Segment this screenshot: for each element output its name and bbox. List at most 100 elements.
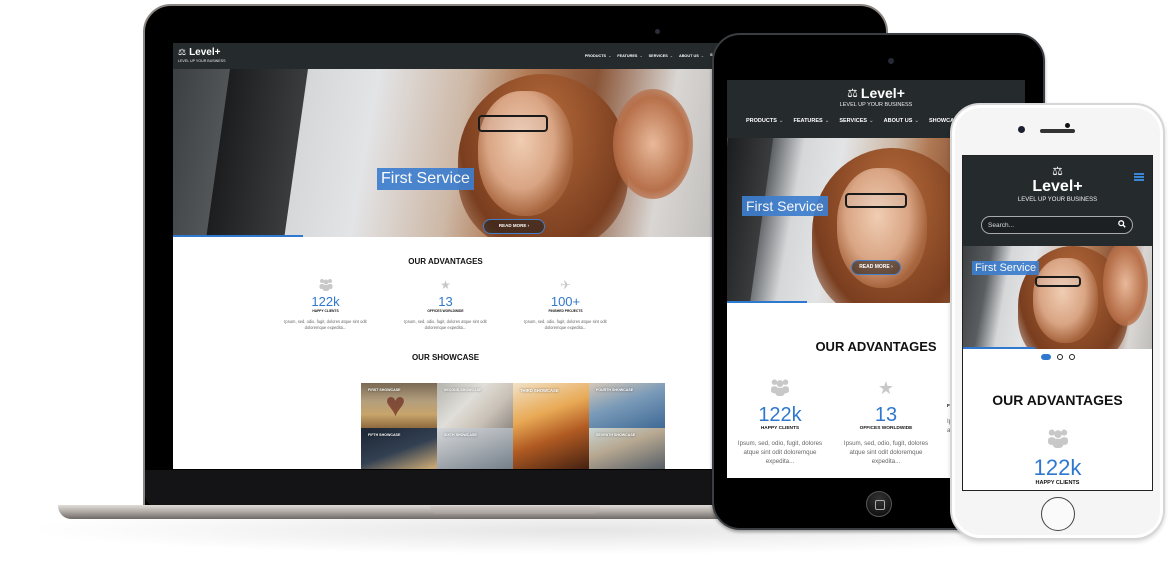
nav-item-services[interactable]: SERVICES ⌄ (649, 53, 673, 58)
advantage-item: 122k HAPPY CLIENTS Ipsum, sed, odio, fug… (735, 378, 825, 466)
showcase-label: SECOND SHOWCASE (444, 388, 482, 392)
showcase-label: THIRD SHOWCASE (520, 388, 559, 393)
advantage-number: 13 (438, 294, 453, 309)
advantage-number: 100+ (550, 294, 581, 309)
site-logo[interactable]: ⚖ Level+ LEVEL UP YOUR BUSINESS (178, 47, 225, 63)
nav-item-about-us[interactable]: ABOUT US ⌄ (884, 118, 919, 124)
hero-image-glasses (845, 193, 907, 208)
phone-home-button[interactable] (1041, 497, 1075, 531)
tablet-camera (888, 58, 894, 64)
main-nav: PRODUCTS ⌄ FEATURES ⌄ SERVICES ⌄ ABOUT US ⌄ … (585, 53, 718, 58)
hero-caption: First Service (972, 261, 1040, 275)
advantage-item: ★ 13 OFFICES WORLDWIDE Ipsum, sed, odio,… (401, 278, 491, 331)
plane-icon: ✈ (560, 278, 571, 292)
tablet-home-button[interactable] (866, 491, 892, 517)
nav-item-products[interactable]: PRODUCTS ⌄ (746, 118, 783, 124)
advantages-title: OUR ADVANTAGES (992, 392, 1123, 408)
showcase-tile[interactable]: THIRD SHOWCASE (513, 383, 589, 469)
advantage-label: HAPPY CLIENTS (1035, 480, 1080, 486)
showcase-tile[interactable]: FIFTH SHOWCASE (361, 428, 437, 469)
brand-name: Level+ (1032, 178, 1083, 195)
showcase-grid: FIRST SHOWCASE SECOND SHOWCASE THIRD SHO… (361, 383, 665, 469)
site-header: ⚖ Level+ LEVEL UP YOUR BUSINESS (963, 156, 1152, 246)
advantage-item: 122k HAPPY CLIENTS Ipsum, sed, odio, fug… (281, 278, 371, 331)
phone-screen: ⚖ Level+ LEVEL UP YOUR BUSINESS First Se… (962, 155, 1153, 491)
advantage-item: ✈ 100+ FINISHED PROJECTS Ipsum, sed, odi… (521, 278, 611, 331)
hero-image-glasses (478, 115, 548, 132)
brand-name: Level+ (189, 47, 221, 58)
laptop-base (58, 505, 758, 519)
read-more-button[interactable]: READ MORE › (483, 219, 545, 234)
laptop-hinge-notch (430, 506, 600, 514)
chevron-down-icon: ⌄ (700, 54, 704, 58)
showcase-label: FOURTH SHOWCASE (596, 388, 634, 392)
users-icon (963, 428, 1152, 452)
showcase-label: SEVENTH SHOWCASE (596, 433, 636, 437)
hero-slider: First Service (963, 246, 1152, 349)
slider-progress-bar (963, 347, 1035, 349)
hero-caption: First Service (377, 168, 474, 190)
search-input[interactable] (988, 221, 1108, 229)
site-header: ⚖ Level+ LEVEL UP YOUR BUSINESS PRODUCTS… (173, 43, 718, 69)
brand-name: Level+ (860, 85, 905, 101)
hero-image-second-person (613, 89, 693, 199)
advantages-title: OUR ADVANTAGES (408, 257, 483, 266)
laptop-bezel-bottom (145, 470, 745, 507)
showcase-tile[interactable]: FIRST SHOWCASE (361, 383, 437, 428)
chevron-down-icon: ⌄ (778, 118, 784, 124)
site-logo[interactable]: ⚖ Level+ LEVEL UP YOUR BUSINESS (963, 164, 1152, 203)
advantage-label: HAPPY CLIENTS (312, 309, 339, 313)
chevron-down-icon: ⌄ (608, 54, 612, 58)
hero-image-glasses (1035, 276, 1081, 287)
hero-image-second-person (1103, 246, 1148, 326)
advantage-description: Ipsum, sed, odio, fugit, dolores atque s… (843, 440, 929, 465)
advantages-list: 122k HAPPY CLIENTS Ipsum, sed, odio, fug… (173, 278, 718, 331)
hero-slider: First Service READ MORE › (173, 69, 718, 237)
showcase-tile[interactable]: SEVENTH SHOWCASE (589, 428, 665, 469)
star-icon: ★ (877, 378, 895, 398)
hero-caption: First Service (742, 196, 828, 216)
hero-image-face (1033, 258, 1098, 343)
scale-icon: ⚖ (1052, 164, 1063, 178)
device-mockup-stage: ⚖ Level+ LEVEL UP YOUR BUSINESS PRODUCTS… (0, 0, 1170, 563)
showcase-tile[interactable]: SECOND SHOWCASE (437, 383, 513, 428)
advantage-item: 122k HAPPY CLIENTS (963, 428, 1152, 486)
advantage-label: OFFICES WORLDWIDE (427, 309, 464, 313)
search-icon[interactable] (1118, 220, 1126, 230)
nav-item-features[interactable]: FEATURES ⌄ (617, 53, 642, 58)
chevron-down-icon: ⌄ (824, 118, 830, 124)
chevron-right-icon: › (527, 223, 530, 228)
phone-camera (1018, 126, 1025, 133)
slider-dot[interactable] (1056, 354, 1063, 360)
phone-sensor (1065, 123, 1070, 128)
nav-item-about-us[interactable]: ABOUT US ⌄ (679, 53, 704, 58)
hamburger-menu-icon[interactable] (1134, 173, 1144, 181)
chevron-down-icon: ⌄ (669, 54, 673, 58)
showcase-tile[interactable]: FOURTH SHOWCASE (589, 383, 665, 428)
showcase-label: SIXTH SHOWCASE (444, 433, 477, 437)
advantage-item: ★ 13 OFFICES WORLDWIDE Ipsum, sed, odio,… (841, 378, 931, 466)
showcase-tile[interactable]: SIXTH SHOWCASE (437, 428, 513, 469)
users-icon (281, 278, 371, 293)
chevron-down-icon: ⌄ (869, 118, 874, 124)
nav-item-features[interactable]: FEATURES ⌄ (793, 118, 829, 124)
advantage-label: OFFICES WORLDWIDE (859, 426, 913, 431)
slider-dot[interactable] (1068, 354, 1075, 360)
main-nav: PRODUCTS ⌄ FEATURES ⌄ SERVICES ⌄ ABOUT US ⌄ … (746, 118, 968, 124)
nav-item-products[interactable]: PRODUCTS ⌄ (585, 53, 612, 58)
advantage-description: Ipsum, sed, odio, fugit, dolores atque s… (737, 440, 823, 465)
advantage-label: FINISHED PROJECTS (548, 309, 583, 313)
laptop-screen: ⚖ Level+ LEVEL UP YOUR BUSINESS PRODUCTS… (173, 43, 718, 469)
advantage-number: 122k (1033, 455, 1082, 480)
read-more-button[interactable]: READ MORE › (851, 260, 901, 275)
advantage-label: HAPPY CLIENTS (760, 426, 800, 431)
chevron-down-icon: ⌄ (914, 118, 919, 124)
slider-dot-active[interactable] (1040, 354, 1051, 360)
search-box (981, 216, 1133, 234)
users-icon (735, 378, 825, 400)
advantage-description: Ipsum, sed, odio, fugit, dolores atque s… (284, 319, 367, 330)
advantage-number: 122k (758, 404, 802, 426)
advantage-description: Ipsum, sed, odio, fugit, dolores atque s… (524, 319, 607, 330)
slider-progress-bar (173, 235, 303, 237)
nav-item-services[interactable]: SERVICES ⌄ (839, 118, 873, 124)
